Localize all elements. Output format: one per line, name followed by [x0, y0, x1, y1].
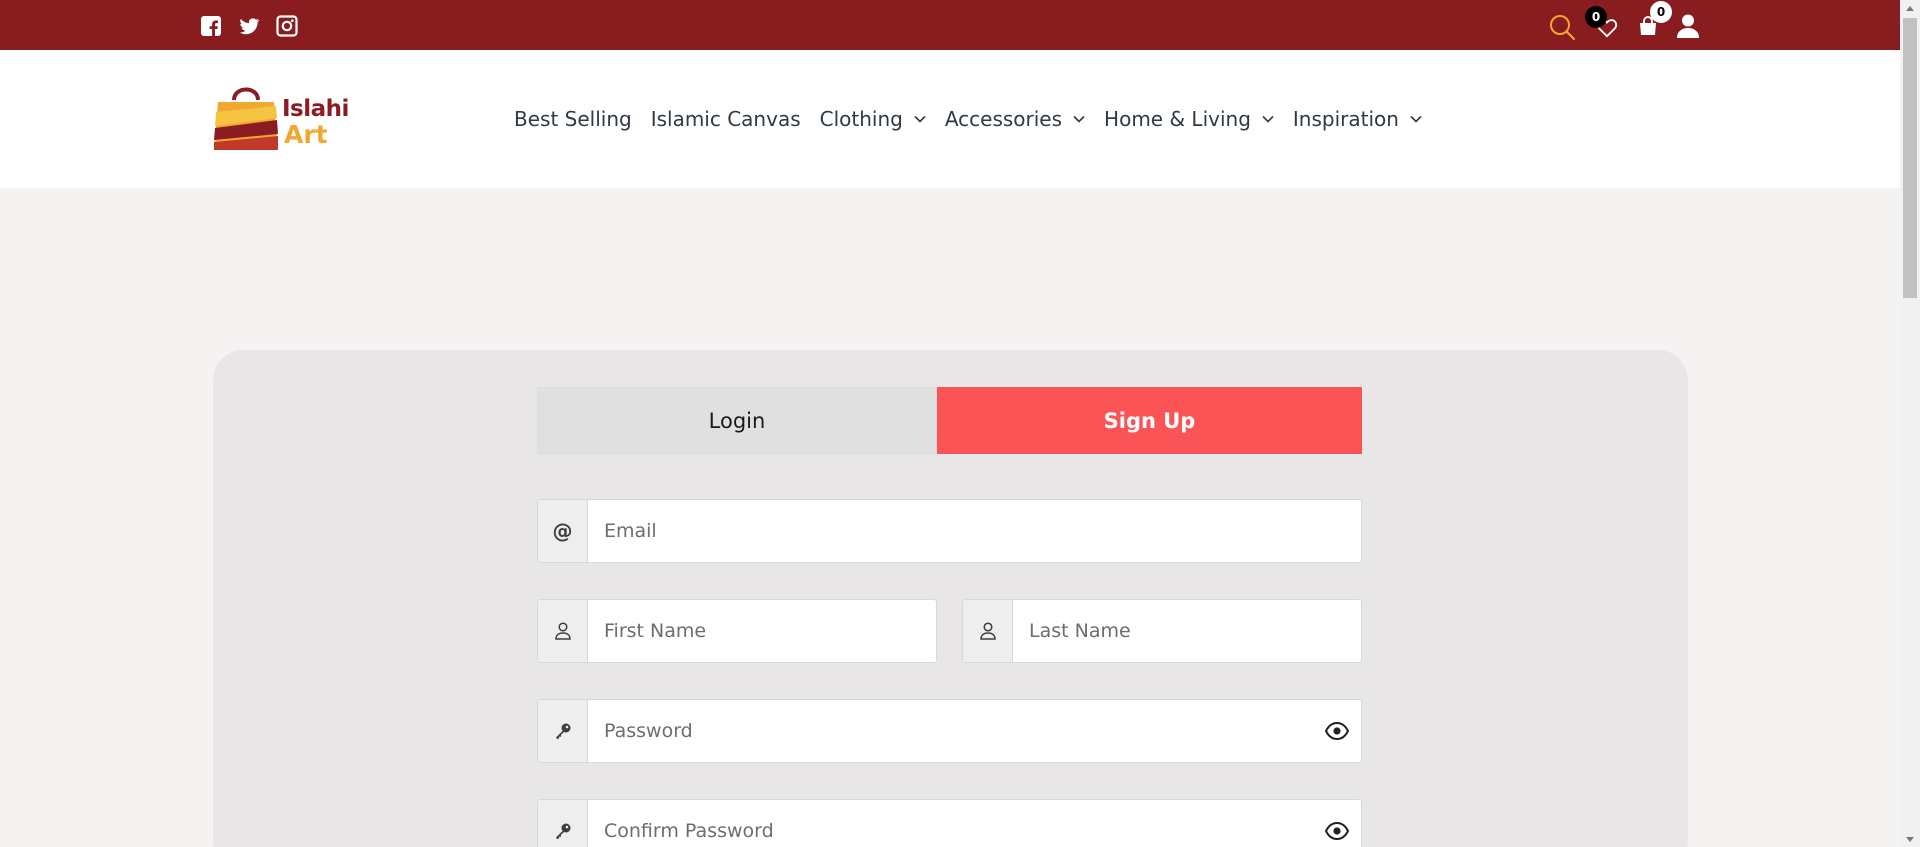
nav-label: Accessories: [944, 107, 1063, 131]
logo[interactable]: Islahi Art: [212, 78, 349, 154]
facebook-icon[interactable]: [200, 15, 222, 37]
user-outline-icon: [538, 600, 588, 662]
email-input[interactable]: [589, 500, 1359, 562]
nav-home-living[interactable]: Home & Living: [1104, 107, 1274, 131]
nav-label: Inspiration: [1292, 107, 1399, 131]
social-links: [200, 15, 298, 37]
site-header: Islahi Art Best Selling Islamic Canvas C…: [0, 50, 1900, 188]
nav-label: Islamic Canvas: [650, 107, 801, 131]
page-scrollbar[interactable]: [1900, 0, 1920, 847]
auth-tabs: Login Sign Up: [537, 387, 1362, 454]
wishlist-count-badge: 0: [1585, 6, 1607, 28]
user-icon[interactable]: [1676, 13, 1700, 39]
last-name-field: [962, 599, 1362, 663]
chevron-down-icon: [914, 115, 926, 123]
cart-count-badge: 0: [1650, 1, 1672, 23]
logo-text-art: Art: [284, 120, 328, 149]
confirm-password-field: [537, 799, 1362, 847]
nav-islamic-canvas[interactable]: Islamic Canvas: [651, 107, 801, 131]
at-sign-icon: @: [538, 500, 588, 562]
chevron-down-icon: [1262, 115, 1274, 123]
main-nav: Best Selling Islamic Canvas Clothing Acc…: [514, 107, 1441, 131]
password-field: [537, 699, 1362, 763]
search-icon[interactable]: [1548, 13, 1576, 41]
tab-signup[interactable]: Sign Up: [937, 387, 1362, 454]
confirm-password-input[interactable]: [589, 800, 1309, 847]
nav-label: Best Selling: [514, 107, 632, 131]
nav-label: Clothing: [819, 107, 903, 131]
logo-text-islahi: Islahi: [282, 96, 349, 122]
twitter-icon[interactable]: [238, 15, 260, 37]
eye-icon[interactable]: [1325, 722, 1349, 740]
first-name-input[interactable]: [589, 600, 934, 662]
eye-icon[interactable]: [1325, 822, 1349, 840]
nav-label: Home & Living: [1104, 107, 1251, 131]
instagram-icon[interactable]: [276, 15, 298, 37]
top-bar: 0 0: [0, 0, 1900, 50]
scroll-down-arrow-icon[interactable]: [1900, 831, 1920, 847]
tab-login[interactable]: Login: [537, 387, 937, 454]
email-field: @: [537, 499, 1362, 563]
password-input[interactable]: [589, 700, 1309, 762]
last-name-input[interactable]: [1014, 600, 1359, 662]
chevron-down-icon: [1410, 115, 1422, 123]
scroll-up-arrow-icon[interactable]: [1900, 0, 1920, 16]
scrollbar-thumb[interactable]: [1903, 18, 1917, 298]
nav-inspiration[interactable]: Inspiration: [1293, 107, 1422, 131]
shopping-bag-logo-icon: [214, 87, 278, 150]
key-icon: [538, 800, 588, 847]
chevron-down-icon: [1073, 115, 1085, 123]
key-icon: [538, 700, 588, 762]
nav-best-selling[interactable]: Best Selling: [514, 107, 632, 131]
first-name-field: [537, 599, 937, 663]
nav-clothing[interactable]: Clothing: [820, 107, 926, 131]
nav-accessories[interactable]: Accessories: [945, 107, 1085, 131]
top-actions: 0 0: [1540, 1, 1710, 44]
user-outline-icon: [963, 600, 1013, 662]
